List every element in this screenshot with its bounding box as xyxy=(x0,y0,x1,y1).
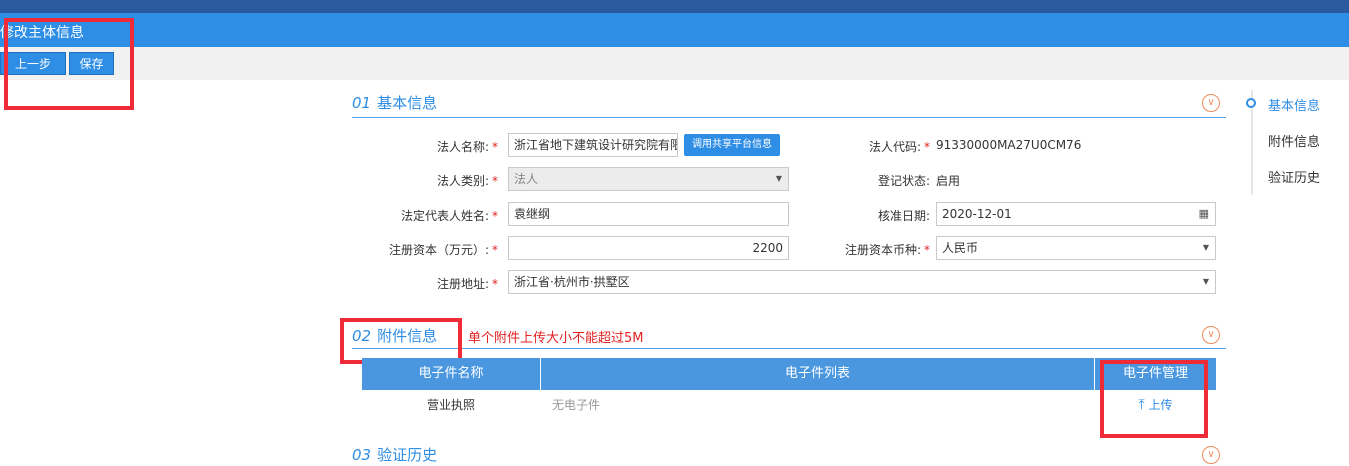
rep-name-input[interactable]: 袁继纲 xyxy=(508,202,789,226)
reg-status-value: 启用 xyxy=(936,174,961,188)
section-number: 01 xyxy=(352,94,372,112)
legal-name-input[interactable]: 浙江省地下建筑设计研究院有限 xyxy=(508,133,678,157)
capital-input[interactable]: 2200 xyxy=(508,236,789,260)
required-mark: * xyxy=(492,277,498,291)
chevron-down-icon: ▼ xyxy=(1202,243,1209,252)
section-title: 基本信息 xyxy=(377,94,438,112)
table-header: 电子件管理 xyxy=(1095,358,1216,390)
toolbar xyxy=(0,47,1349,80)
currency-select[interactable]: 人民币 ▼ xyxy=(936,236,1216,260)
section-title: 附件信息 xyxy=(377,327,438,345)
title-bar xyxy=(0,13,1349,47)
chevron-down-icon: ▼ xyxy=(775,174,782,183)
label-text: 法定代表人姓名: xyxy=(400,209,489,223)
top-strip xyxy=(0,0,1349,13)
label-text: 注册资本币种: xyxy=(844,243,921,257)
save-button[interactable]: 保存 xyxy=(69,52,114,75)
approve-date-label: 核准日期: xyxy=(877,209,930,223)
upload-icon: ⤒ xyxy=(1138,397,1145,413)
required-mark: * xyxy=(492,209,498,223)
upload-button[interactable]: ⤒ 上传 xyxy=(1095,396,1216,413)
upload-label: 上传 xyxy=(1148,398,1173,412)
page-title: 修改主体信息 xyxy=(0,25,84,41)
collapse-icon[interactable]: ∨ xyxy=(1202,94,1220,112)
select-value: 人民币 xyxy=(942,241,979,255)
legal-type-select: 法人 ▼ xyxy=(508,167,789,191)
attachment-name: 营业执照 xyxy=(426,398,475,412)
section-number: 02 xyxy=(352,327,372,345)
table-header: 电子件名称 xyxy=(362,358,540,390)
address-label: 注册地址: * xyxy=(380,275,498,292)
approve-date-input[interactable]: 2020-12-01 ▦ xyxy=(936,202,1216,226)
collapse-icon[interactable]: ∨ xyxy=(1202,326,1220,344)
share-platform-button[interactable]: 调用共享平台信息 xyxy=(684,134,780,156)
label-text: 注册地址: xyxy=(436,277,489,291)
address-select[interactable]: 浙江省·杭州市·拱墅区 ▼ xyxy=(508,270,1216,294)
section-basic-header: 01 基本信息 xyxy=(352,92,1226,118)
legal-code-value: 91330000MA27U0CM76 xyxy=(936,138,1082,152)
capital-label: 注册资本（万元）: * xyxy=(360,241,498,258)
chevron-down-icon: ▼ xyxy=(1202,277,1209,286)
anchor-nav-basic[interactable]: 基本信息 xyxy=(1268,95,1320,114)
legal-code-label: 法人代码: * xyxy=(830,138,930,155)
label-text: 法人类别: xyxy=(436,174,489,188)
reg-status-label: 登记状态: xyxy=(877,174,930,188)
section-history-header: 03 验证历史 xyxy=(352,444,1226,466)
active-dot-icon xyxy=(1246,98,1256,108)
required-mark: * xyxy=(924,243,930,257)
prev-step-button[interactable]: 上一步 xyxy=(0,52,66,75)
anchor-nav-attach[interactable]: 附件信息 xyxy=(1268,131,1320,150)
label-text: 法人代码: xyxy=(868,140,921,154)
required-mark: * xyxy=(492,174,498,188)
upload-size-warning: 单个附件上传大小不能超过5M xyxy=(468,331,644,346)
table-header: 电子件列表 xyxy=(541,358,1094,390)
legal-type-label: 法人类别: * xyxy=(380,172,498,189)
required-mark: * xyxy=(924,140,930,154)
label-text: 注册资本（万元）: xyxy=(388,243,489,257)
legal-name-label: 法人名称: * xyxy=(380,138,498,155)
calendar-icon[interactable]: ▦ xyxy=(1199,203,1209,225)
section-title: 验证历史 xyxy=(377,446,438,464)
select-value: 法人 xyxy=(514,172,539,186)
section-number: 03 xyxy=(352,446,372,464)
attachment-list: 无电子件 xyxy=(552,398,601,412)
required-mark: * xyxy=(492,243,498,257)
collapse-icon[interactable]: ∨ xyxy=(1202,446,1220,464)
currency-label: 注册资本币种: * xyxy=(810,241,930,258)
anchor-nav-history[interactable]: 验证历史 xyxy=(1268,167,1320,186)
rep-name-label: 法定代表人姓名: * xyxy=(360,207,498,224)
select-value: 浙江省·杭州市·拱墅区 xyxy=(514,275,630,289)
required-mark: * xyxy=(492,140,498,154)
label-text: 法人名称: xyxy=(436,140,489,154)
date-value: 2020-12-01 xyxy=(942,207,1012,221)
